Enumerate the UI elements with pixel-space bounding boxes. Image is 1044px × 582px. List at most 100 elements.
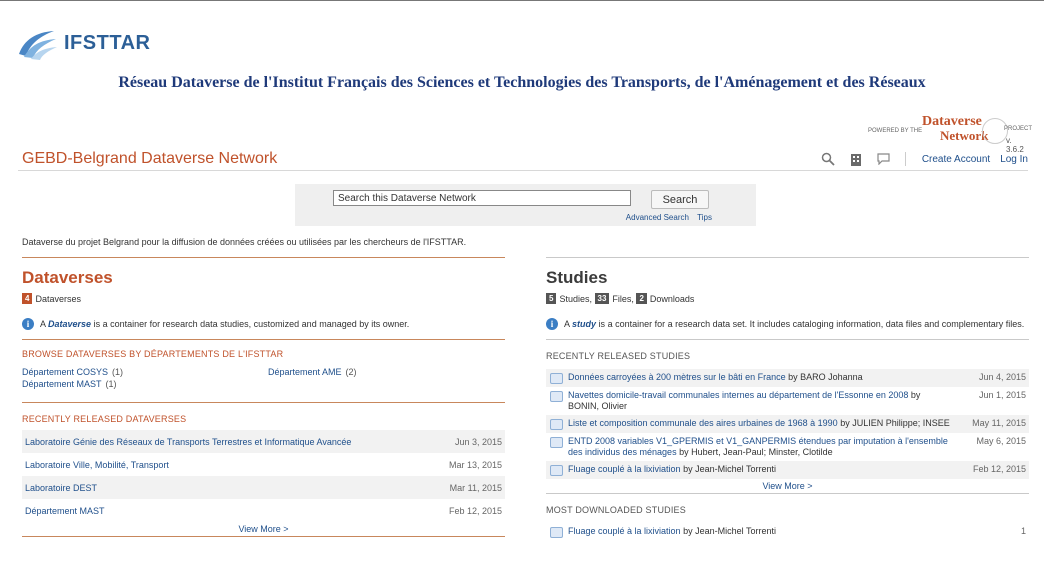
study-link[interactable]: Navettes domicile-travail communales int… <box>568 390 908 400</box>
top-border <box>0 0 1044 1</box>
nav-separator <box>904 152 906 166</box>
list-item: Département MAST Feb 12, 2015 <box>22 499 505 522</box>
view-more-dataverses-link[interactable]: View More > <box>238 524 288 534</box>
browse-item: Département COSYS (1) <box>22 367 124 377</box>
network-title[interactable]: GEBD-Belgrand Dataverse Network <box>22 150 277 168</box>
downloads-count-label: Downloads <box>649 293 695 304</box>
search-links: Advanced Search Tips <box>295 213 712 222</box>
study-icon <box>550 527 563 538</box>
release-date: Feb 12, 2015 <box>448 505 502 516</box>
browse-link-cosys[interactable]: Département COSYS <box>22 367 108 377</box>
dataverse-link[interactable]: Laboratoire Génie des Réseaux de Transpo… <box>25 437 351 447</box>
browse-item: Département MAST (1) <box>22 379 117 389</box>
header-nav: Create Account Log In <box>811 151 1028 167</box>
dataverses-count: 4 Dataverses <box>22 293 505 304</box>
study-icon <box>550 419 563 430</box>
studies-count-label: Studies, <box>559 293 592 304</box>
list-item: Fluage couplé à la lixiviation by Jean-M… <box>546 461 1029 479</box>
comment-icon[interactable] <box>873 151 895 167</box>
study-icon <box>550 373 563 384</box>
powered-by-dataverse[interactable]: POWERED BY THE Dataverse Network PROJECT… <box>830 112 1033 154</box>
view-more-studies-link[interactable]: View More > <box>762 481 812 491</box>
browse-item: Département AME (2) <box>268 367 357 377</box>
most-downloaded-heading: MOST DOWNLOADED STUDIES <box>546 505 686 515</box>
studies-column: Studies 5 Studies, 33 Files, 2 Downloads… <box>546 257 1029 541</box>
release-date: May 6, 2015 <box>976 436 1026 446</box>
search-icon[interactable] <box>817 151 839 167</box>
files-count-label: Files, <box>612 293 634 304</box>
study-term: study <box>572 319 597 329</box>
dataverses-top-rule <box>22 257 505 258</box>
dataverses-count-label: Dataverses <box>35 293 81 304</box>
dataverses-title: Dataverses <box>22 268 113 287</box>
search-button[interactable]: Search <box>651 190 709 209</box>
download-count: 1 <box>1020 526 1026 536</box>
release-date: Jun 1, 2015 <box>978 390 1026 400</box>
downloaded-rule <box>546 493 1029 494</box>
info-icon: i <box>22 318 34 330</box>
advanced-search-link[interactable]: Advanced Search <box>626 213 689 222</box>
study-authors: by Jean-Michel Torrenti <box>683 464 776 474</box>
dataverse-term: Dataverse <box>48 319 92 329</box>
study-link[interactable]: Données carroyées à 200 mètres sur le bâ… <box>568 372 786 382</box>
dataverse-link[interactable]: Département MAST <box>25 506 105 516</box>
study-icon <box>550 437 563 448</box>
create-account-link[interactable]: Create Account <box>922 154 990 165</box>
release-date: Jun 3, 2015 <box>454 436 502 447</box>
study-authors: by BARO Johanna <box>788 372 863 382</box>
files-count-badge: 33 <box>594 293 610 304</box>
header-divider <box>18 170 1028 171</box>
list-item: Laboratoire Ville, Mobilité, Transport Ma… <box>22 453 505 476</box>
dataverses-column: Dataverses 4 Dataverses i A Dataverse is… <box>22 257 505 537</box>
dataverses-bottom-rule <box>22 536 505 537</box>
studies-count-badge: 5 <box>546 293 557 304</box>
study-info: i A study is a container for a research … <box>546 318 1029 330</box>
release-date: Mar 11, 2015 <box>449 482 502 493</box>
studies-title: Studies <box>546 268 608 287</box>
dataverse-info-text: A Dataverse is a container for research … <box>40 319 410 329</box>
study-link[interactable]: Fluage couplé à la lixiviation <box>568 526 681 536</box>
study-authors: by JULIEN Philippe; INSEE <box>840 418 950 428</box>
study-info-text: A study is a container for a research da… <box>564 319 1025 329</box>
study-icon <box>550 465 563 476</box>
list-item: Laboratoire DEST Mar 11, 2015 <box>22 476 505 499</box>
study-authors: by Hubert, Jean-Paul; Minster, Clotilde <box>679 447 833 457</box>
downloads-count-badge: 2 <box>636 293 647 304</box>
release-date: Mar 13, 2015 <box>448 459 502 470</box>
browse-departments: Département COSYS (1) Département AME (2) … <box>22 367 505 389</box>
tips-link[interactable]: Tips <box>697 213 712 222</box>
list-item: Navettes domicile-travail communales int… <box>546 387 1029 415</box>
release-date: May 11, 2015 <box>972 418 1026 428</box>
logo-text: IFSTTAR <box>64 31 151 54</box>
dataverse-link[interactable]: Laboratoire Ville, Mobilité, Transport <box>25 460 169 470</box>
release-date: Jun 4, 2015 <box>978 372 1026 382</box>
studies-top-rule <box>546 257 1029 258</box>
most-downloaded-list: Fluage couplé à la lixiviation by Jean-M… <box>546 523 1029 541</box>
dataverses-count-badge: 4 <box>22 293 33 304</box>
ifsttar-logo[interactable]: IFSTTAR <box>16 26 150 60</box>
browse-link-mast[interactable]: Département MAST <box>22 379 102 389</box>
study-authors: by Jean-Michel Torrenti <box>683 526 776 536</box>
browse-link-ame[interactable]: Département AME <box>268 367 342 377</box>
recent-studies-rule <box>546 339 1029 340</box>
banner-title: Réseau Dataverse de l'Institut Français … <box>118 74 926 91</box>
search-input[interactable] <box>333 190 631 206</box>
search-panel: Search Advanced Search Tips <box>295 184 756 226</box>
browse-heading: BROWSE DATAVERSES BY DÉPARTEMENTS DE L'I… <box>22 349 284 359</box>
view-more-dataverses: View More > <box>22 522 505 536</box>
dataverse-link[interactable]: Laboratoire DEST <box>25 483 97 493</box>
study-link[interactable]: Liste et composition communale des aires… <box>568 418 838 428</box>
project-text: PROJECT <box>1004 126 1033 132</box>
recent-dataverses-heading: RECENTLY RELEASED DATAVERSES <box>22 414 187 424</box>
powered-by-text: POWERED BY THE <box>868 128 923 134</box>
list-item: Fluage couplé à la lixiviation by Jean-M… <box>546 523 1029 541</box>
building-icon[interactable] <box>845 151 867 167</box>
study-link[interactable]: Fluage couplé à la lixiviation <box>568 464 681 474</box>
studies-count: 5 Studies, 33 Files, 2 Downloads <box>546 293 1029 304</box>
list-item: ENTD 2008 variables V1_GPERMIS et V1_GAN… <box>546 433 1029 461</box>
network-description: Dataverse du projet Belgrand pour la dif… <box>22 237 467 247</box>
dataverse-info: i A Dataverse is a container for researc… <box>22 318 505 330</box>
recent-dataverses-list: Laboratoire Génie des Réseaux de Transpo… <box>22 430 505 522</box>
login-link[interactable]: Log In <box>1000 154 1028 165</box>
info-icon: i <box>546 318 558 330</box>
